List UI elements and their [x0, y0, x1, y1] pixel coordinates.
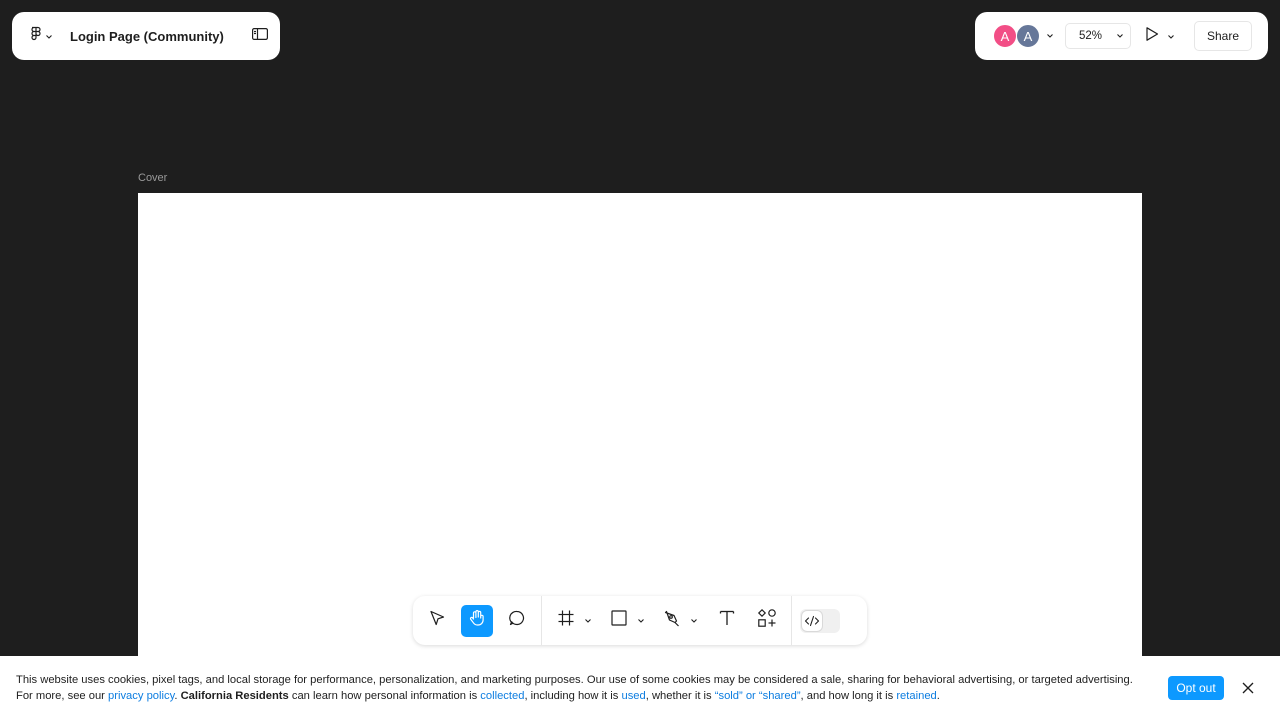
chevron-down-icon	[45, 27, 53, 45]
sold-or-shared-link[interactable]: “sold” or “shared”	[715, 690, 801, 702]
retained-link[interactable]: retained	[896, 690, 936, 702]
tool-bar	[413, 596, 867, 645]
pen-tool-button[interactable]	[656, 605, 688, 637]
chevron-down-icon	[1167, 27, 1175, 45]
zoom-dropdown[interactable]: 52%	[1065, 23, 1131, 49]
move-tool-icon	[428, 609, 446, 632]
text-icon	[718, 609, 736, 632]
sidebar-toggle-button[interactable]	[252, 27, 269, 45]
frame-icon	[557, 609, 575, 632]
cookie-text-part: , including how it is	[524, 690, 622, 702]
dev-mode-toggle[interactable]	[800, 608, 840, 633]
chevron-down-icon	[1116, 30, 1124, 42]
avatar[interactable]: A	[993, 24, 1017, 48]
avatar[interactable]: A	[1016, 24, 1040, 48]
move-tool-button[interactable]	[421, 605, 453, 637]
collected-link[interactable]: collected	[480, 690, 524, 702]
file-title[interactable]: Login Page (Community)	[70, 29, 224, 44]
dev-mode-icon	[802, 610, 822, 631]
resources-button[interactable]	[751, 605, 783, 637]
comment-icon	[508, 609, 526, 632]
cover-frame[interactable]	[138, 193, 1142, 663]
cookie-message: This website uses cookies, pixel tags, a…	[16, 672, 1146, 704]
share-button[interactable]: Share	[1193, 21, 1252, 51]
file-header-panel: Login Page (Community)	[12, 12, 280, 60]
resources-icon	[757, 608, 777, 633]
toolbar-divider	[541, 596, 542, 645]
present-button[interactable]	[1145, 26, 1175, 47]
privacy-policy-link[interactable]: privacy policy	[108, 690, 174, 702]
used-link[interactable]: used	[621, 690, 645, 702]
chevron-down-icon[interactable]	[688, 618, 700, 624]
chevron-down-icon[interactable]	[582, 618, 594, 624]
sidebar-toggle-icon	[252, 27, 269, 45]
rectangle-icon	[610, 609, 628, 632]
cookie-text-part: .	[936, 690, 940, 702]
play-icon	[1145, 26, 1159, 47]
pen-icon	[663, 609, 681, 632]
toolbar-divider	[791, 596, 792, 645]
hand-tool-icon	[468, 609, 486, 632]
cookie-text-part: , whether it is	[645, 690, 715, 702]
avatar-group[interactable]: A A	[993, 24, 1040, 48]
figma-logo-icon	[30, 26, 42, 47]
main-menu-button[interactable]	[30, 26, 53, 47]
chevron-down-icon[interactable]	[1046, 33, 1054, 39]
opt-out-button[interactable]: Opt out	[1168, 676, 1224, 700]
hand-tool-button[interactable]	[461, 604, 493, 637]
zoom-value: 52%	[1079, 30, 1103, 42]
frame-label[interactable]: Cover	[138, 172, 167, 184]
cookie-text-part: , and how long it is	[800, 690, 897, 702]
rectangle-tool-button[interactable]	[603, 605, 635, 637]
cookie-text-part: can learn how personal information is	[288, 690, 481, 702]
california-residents-label: California Residents	[180, 690, 289, 702]
comment-tool-button[interactable]	[501, 605, 533, 637]
cookie-banner: This website uses cookies, pixel tags, a…	[0, 656, 1280, 720]
close-icon[interactable]	[1238, 678, 1258, 698]
collaboration-panel: A A 52% Share	[975, 12, 1268, 60]
frame-tool-button[interactable]	[550, 605, 582, 637]
chevron-down-icon[interactable]	[635, 618, 647, 624]
text-tool-button[interactable]	[711, 605, 743, 637]
